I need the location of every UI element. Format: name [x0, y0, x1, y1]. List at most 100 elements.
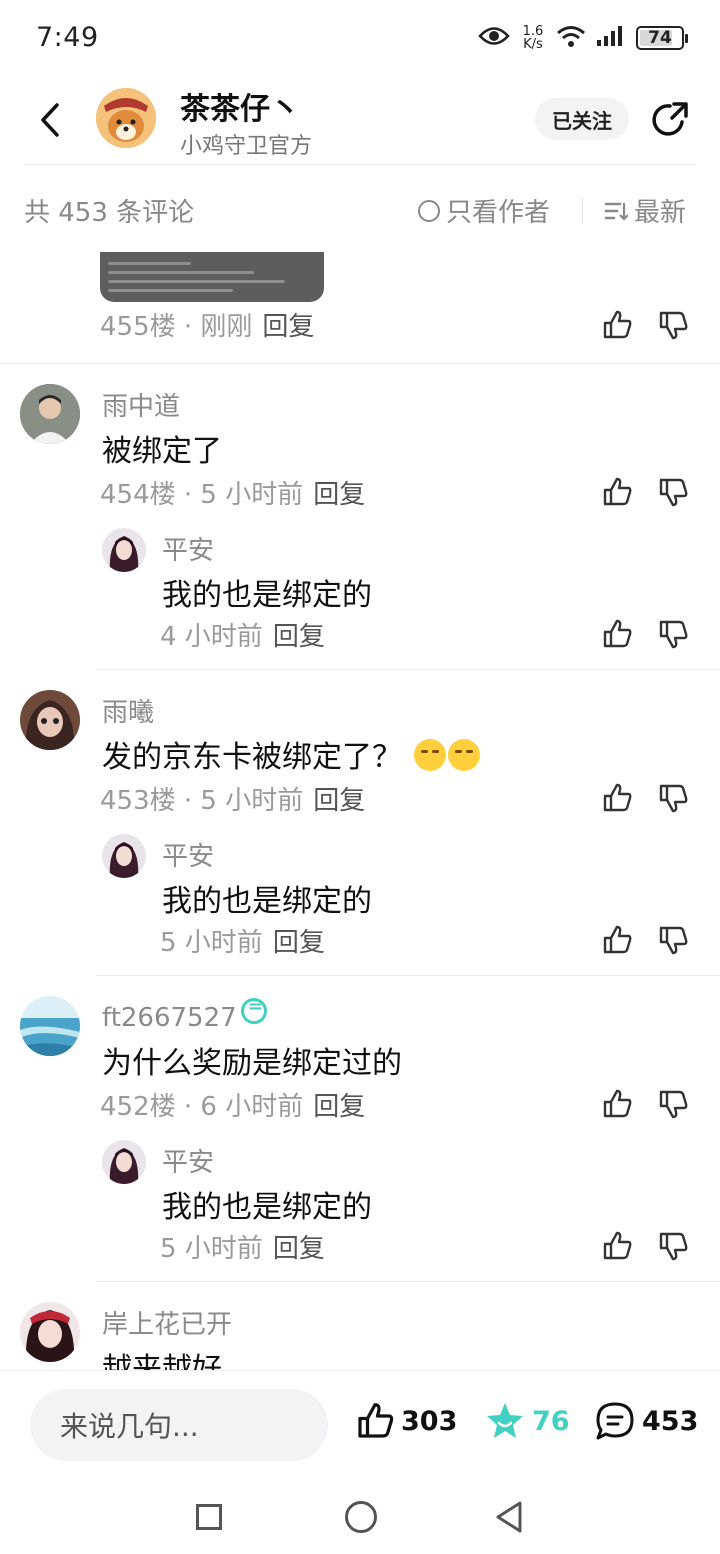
comment-meta: 452楼 · 6 小时前 回复	[100, 1086, 365, 1123]
comment-username[interactable]: 雨中道	[102, 386, 180, 423]
status-bar: 7:49 1.6 K/s 74	[0, 0, 720, 82]
reply-button[interactable]: 回复	[262, 312, 314, 342]
net-speed: 1.6 K/s	[520, 25, 546, 51]
avatar[interactable]	[20, 384, 80, 444]
only-author-label: 只看作者	[446, 198, 551, 228]
author-name[interactable]: 茶茶仔丶	[180, 84, 300, 128]
thumbs-up-icon[interactable]	[601, 476, 633, 508]
like-button[interactable]: 303	[355, 1401, 457, 1441]
comment-bubble-icon	[596, 1402, 634, 1440]
reply-button[interactable]: 回复	[313, 786, 365, 816]
comment-username[interactable]: 雨曦	[102, 692, 154, 729]
net-speed-unit: K/s	[523, 37, 543, 52]
share-button[interactable]	[650, 100, 690, 140]
floor-meta: 452楼 · 6 小时前	[100, 1092, 304, 1122]
thumbs-up-icon[interactable]	[601, 1088, 633, 1120]
floor-meta: 454楼 · 5 小时前	[100, 480, 304, 510]
battery-icon: 74	[636, 26, 688, 50]
reply-time: 4 小时前	[160, 622, 263, 652]
status-icons: 1.6 K/s 74	[478, 24, 688, 52]
reply-username[interactable]: 平安	[162, 1142, 214, 1179]
comment-divider	[96, 669, 720, 670]
thinking-face-emoji	[413, 739, 446, 771]
reply-button[interactable]: 回复	[273, 622, 325, 652]
thinking-face-emoji	[447, 739, 480, 771]
reply-username[interactable]: 平安	[162, 836, 214, 873]
thumbs-down-icon[interactable]	[657, 309, 689, 341]
reply-button[interactable]: 回复	[273, 928, 325, 958]
back-button[interactable]	[30, 100, 70, 140]
sort-separator	[582, 198, 583, 224]
chevron-left-icon	[41, 103, 59, 137]
sort-icon	[604, 202, 628, 221]
reply-button[interactable]: 回复	[273, 1234, 325, 1264]
thumbs-up-icon[interactable]	[601, 782, 633, 814]
header-divider	[24, 164, 696, 165]
comment-count-total: 453	[642, 1405, 699, 1437]
comment-divider	[96, 975, 720, 976]
signal-icon	[596, 24, 626, 52]
nav-back-button[interactable]	[494, 1500, 524, 1534]
floor-meta: 453楼 · 5 小时前	[100, 786, 304, 816]
reply-text: 我的也是绑定的	[162, 884, 372, 919]
system-nav-bar	[0, 1480, 720, 1554]
comment-meta: 453楼 · 5 小时前 回复	[100, 780, 365, 817]
thumbs-down-icon[interactable]	[657, 618, 689, 650]
follow-button[interactable]: 已关注	[535, 98, 629, 140]
sort-latest-label: 最新	[634, 198, 687, 228]
home-button[interactable]	[345, 1501, 377, 1533]
reply-avatar[interactable]	[102, 1140, 146, 1184]
thumbs-up-icon[interactable]	[601, 924, 633, 956]
comment-meta: 454楼 · 5 小时前 回复	[100, 474, 365, 511]
thumbs-up-icon[interactable]	[601, 309, 633, 341]
thumbs-up-icon[interactable]	[601, 618, 633, 650]
post-header: 茶茶仔丶 小鸡守卫官方 已关注	[0, 82, 720, 166]
sort-latest-button[interactable]: 最新	[604, 192, 686, 229]
comment-text-body: 发的京东卡被绑定了？	[102, 740, 402, 775]
favorite-button[interactable]: 76	[484, 1401, 570, 1441]
thumbs-down-icon[interactable]	[657, 782, 689, 814]
thumbs-down-icon[interactable]	[657, 476, 689, 508]
reply-button[interactable]: 回复	[313, 1092, 365, 1122]
thumbs-down-icon[interactable]	[657, 1230, 689, 1262]
reply-meta: 5 小时前 回复	[160, 922, 325, 959]
reply-avatar[interactable]	[102, 528, 146, 572]
comment-input[interactable]: 来说几句...	[30, 1389, 328, 1461]
recents-button[interactable]	[196, 1504, 222, 1530]
reply-button[interactable]: 回复	[313, 480, 365, 510]
thumbs-down-icon[interactable]	[657, 924, 689, 956]
comment-text: 越来越好	[102, 1352, 222, 1370]
comment-button[interactable]: 453	[594, 1401, 698, 1441]
comment-username[interactable]: ft2667527	[102, 996, 267, 1033]
only-author-toggle[interactable]: 只看作者	[418, 192, 550, 229]
reply-meta: 4 小时前 回复	[160, 616, 325, 653]
star-icon	[487, 1403, 523, 1438]
author-avatar[interactable]	[96, 88, 156, 148]
comment-list: 455楼 · 刚刚 回复 雨中道 被绑定了 454楼 · 5 小时前 回复 平安 我…	[0, 236, 720, 1370]
favorite-count: 76	[532, 1405, 570, 1437]
comment-divider	[0, 363, 720, 364]
reply-username[interactable]: 平安	[162, 530, 214, 567]
reply-meta: 5 小时前 回复	[160, 1228, 325, 1265]
reply-avatar[interactable]	[102, 834, 146, 878]
comment-text: 发的京东卡被绑定了？	[102, 732, 480, 776]
member-badge-icon	[240, 996, 267, 1024]
comment-meta: 455楼 · 刚刚 回复	[100, 306, 314, 343]
comment-divider	[96, 1281, 720, 1282]
avatar[interactable]	[20, 690, 80, 750]
author-subtitle: 小鸡守卫官方	[180, 134, 313, 159]
wifi-icon	[556, 24, 586, 52]
comment-text: 被绑定了	[102, 434, 222, 469]
thumbs-up-icon[interactable]	[601, 1230, 633, 1262]
comment-image[interactable]	[100, 252, 324, 302]
comment-username[interactable]: 岸上花已开	[102, 1304, 232, 1341]
avatar[interactable]	[20, 996, 80, 1056]
thumbs-down-icon[interactable]	[657, 1088, 689, 1120]
reply-time: 5 小时前	[160, 928, 263, 958]
reply-text: 我的也是绑定的	[162, 578, 372, 613]
comment-sort-bar: 共 453 条评论 只看作者 最新	[0, 180, 720, 236]
radio-circle-icon	[418, 199, 440, 222]
floor-meta: 455楼 · 刚刚	[100, 312, 253, 342]
share-icon	[652, 102, 688, 136]
avatar[interactable]	[20, 1302, 80, 1362]
